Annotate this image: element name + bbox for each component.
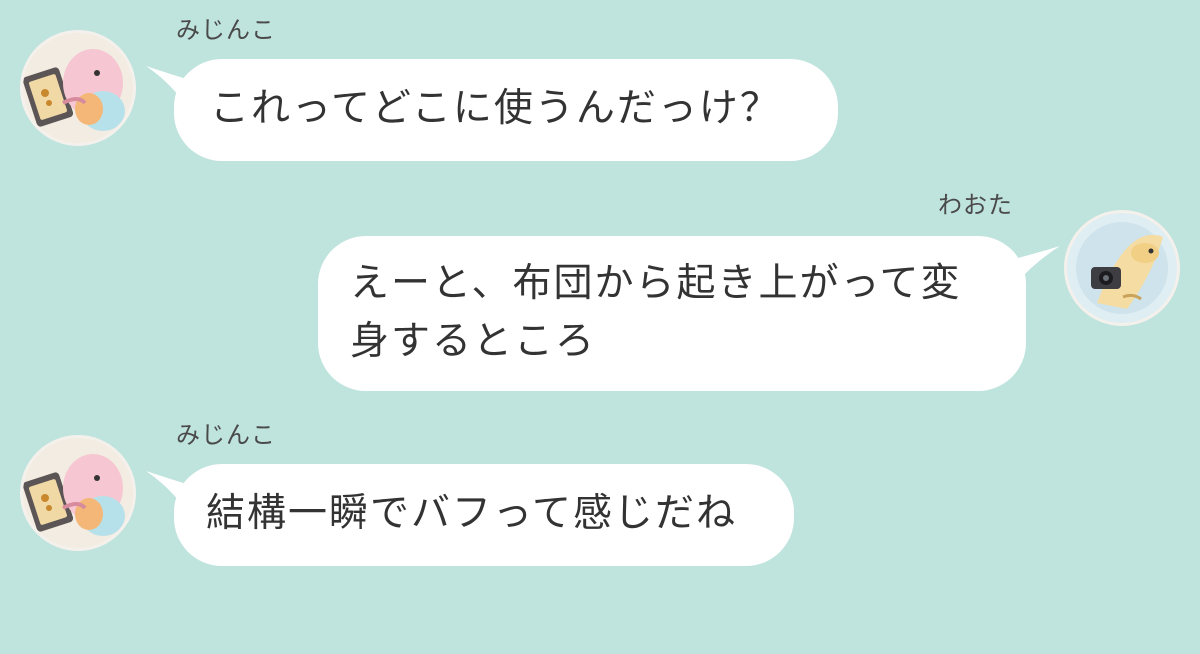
message-bubble[interactable]: これってどこに使うんだっけ？: [174, 59, 838, 161]
message-bubble[interactable]: 結構一瞬でバフって感じだね: [174, 464, 794, 566]
message-bubble[interactable]: えーと、布団から起き上がって変 身するところ: [318, 236, 1026, 391]
waota-avatar-icon[interactable]: [1064, 210, 1180, 326]
sender-name: みじんこ: [176, 421, 276, 449]
sender-name: みじんこ: [176, 16, 276, 44]
chat-conversation: みじんこ これってどこに使うんだっけ？ わおた えーと、布団から起き上がって変 …: [0, 0, 1200, 654]
mijinko-avatar-icon[interactable]: [20, 435, 136, 551]
mijinko-avatar-icon[interactable]: [20, 30, 136, 146]
sender-name: わおた: [938, 191, 1013, 219]
